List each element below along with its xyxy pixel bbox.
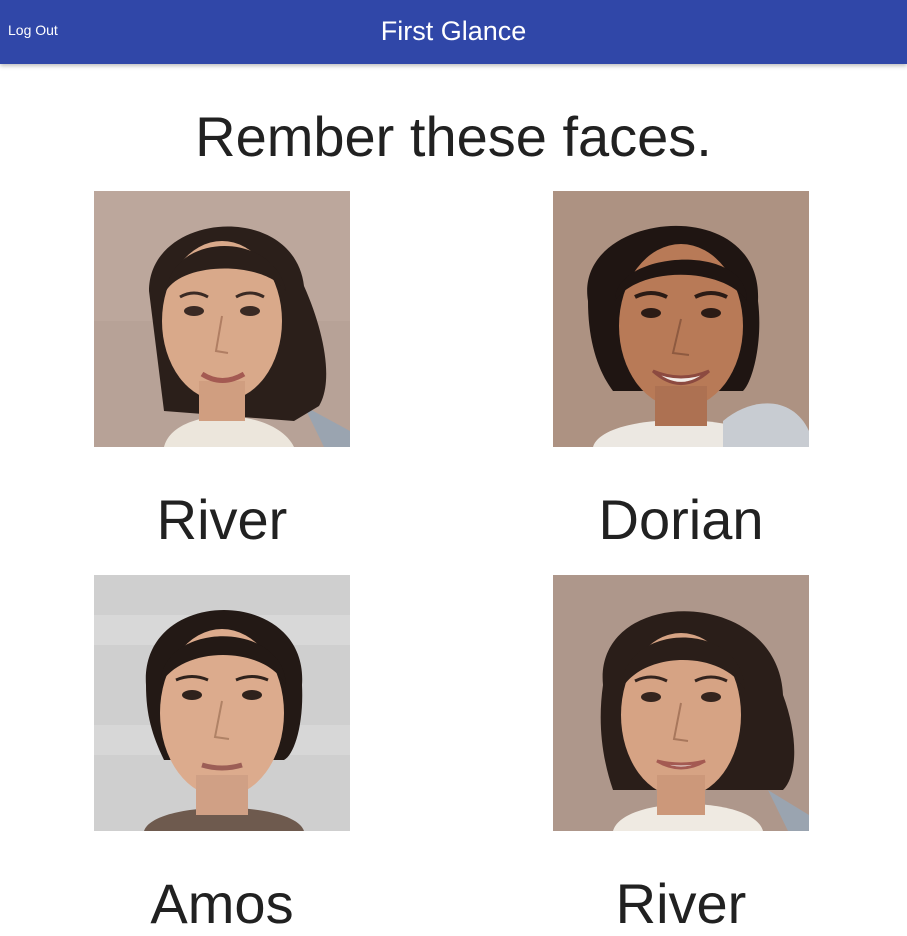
face-card: Amos [94, 575, 350, 935]
face-card: River [553, 575, 809, 935]
face-photo [94, 191, 350, 447]
face-photo [553, 575, 809, 831]
face-name: Dorian [598, 488, 764, 551]
face-name: River [156, 488, 288, 551]
face-name: Amos [150, 872, 294, 935]
page-heading: Rember these faces. [195, 105, 712, 168]
face-photo [553, 191, 809, 447]
face-name: River [615, 872, 747, 935]
face-card: Dorian [553, 191, 809, 551]
face-card: River [94, 191, 350, 551]
app-bar: Log Out First Glance [0, 0, 907, 64]
face-photo [94, 575, 350, 831]
app-title: First Glance [380, 16, 527, 46]
